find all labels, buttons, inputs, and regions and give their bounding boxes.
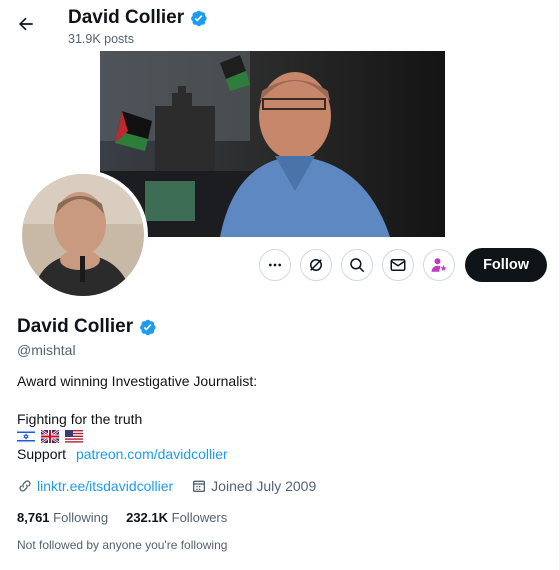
grok-button[interactable] (300, 249, 333, 281)
header-post-count: 31.9K posts (68, 32, 135, 46)
banner-image (100, 51, 445, 237)
following-stat[interactable]: 8,761 Following (17, 510, 108, 525)
subscribe-button[interactable] (423, 249, 456, 281)
top-bar: David Collier 31.9K posts (0, 0, 560, 50)
message-button[interactable] (382, 249, 415, 281)
follow-stats: 8,761 Following 232.1K Followers (17, 510, 227, 525)
support-label: Support (17, 446, 67, 462)
bio-flags (17, 430, 83, 443)
follow-button[interactable]: Follow (465, 248, 547, 282)
mail-icon (390, 259, 406, 271)
followers-count: 232.1K (126, 510, 169, 525)
us-flag-icon (65, 430, 83, 443)
avatar-image (22, 174, 144, 296)
bio-line: Award winning Investigative Journalist: (17, 373, 258, 389)
header-name: David Collier (68, 7, 208, 29)
not-followed-note: Not followed by anyone you're following (17, 538, 228, 552)
profile-name: David Collier (17, 316, 157, 338)
grok-icon (310, 259, 323, 271)
profile-bio: Award winning Investigative Journalist: … (17, 372, 257, 429)
header-name-text: David Collier (68, 7, 185, 28)
following-count: 8,761 (17, 510, 50, 525)
following-label: Following (53, 510, 109, 525)
profile-avatar[interactable] (18, 170, 148, 300)
website-link[interactable]: linktr.ee/itsdavidcollier (37, 478, 173, 494)
profile-actions: Follow (259, 248, 547, 282)
arrow-left-icon (19, 17, 33, 31)
verified-badge-icon (191, 10, 207, 26)
profile-name-text: David Collier (17, 316, 134, 337)
calendar-icon (193, 480, 206, 492)
uk-flag-icon (41, 430, 59, 443)
more-icon (269, 263, 282, 267)
support-link[interactable]: patreon.com/davidcollier (76, 446, 228, 462)
back-button[interactable] (14, 12, 38, 36)
bio-line: Fighting for the truth (17, 411, 143, 427)
support-line: Support patreon.com/davidcollier (17, 446, 228, 462)
profile-banner[interactable] (100, 51, 445, 237)
more-button[interactable] (259, 249, 292, 281)
verified-badge-icon (140, 319, 156, 335)
link-icon (19, 480, 31, 492)
search-button[interactable] (341, 249, 374, 281)
joined-date: Joined July 2009 (211, 478, 317, 494)
followers-label: Followers (171, 510, 228, 525)
profile-handle: @mishtal (17, 342, 76, 358)
bio-line (17, 391, 257, 410)
followers-stat[interactable]: 232.1K Followers (126, 510, 227, 525)
search-icon (350, 258, 365, 273)
profile-meta: linktr.ee/itsdavidcollier Joined July 20… (17, 478, 316, 494)
israel-flag-icon (17, 430, 35, 443)
person-star-icon (431, 258, 447, 272)
